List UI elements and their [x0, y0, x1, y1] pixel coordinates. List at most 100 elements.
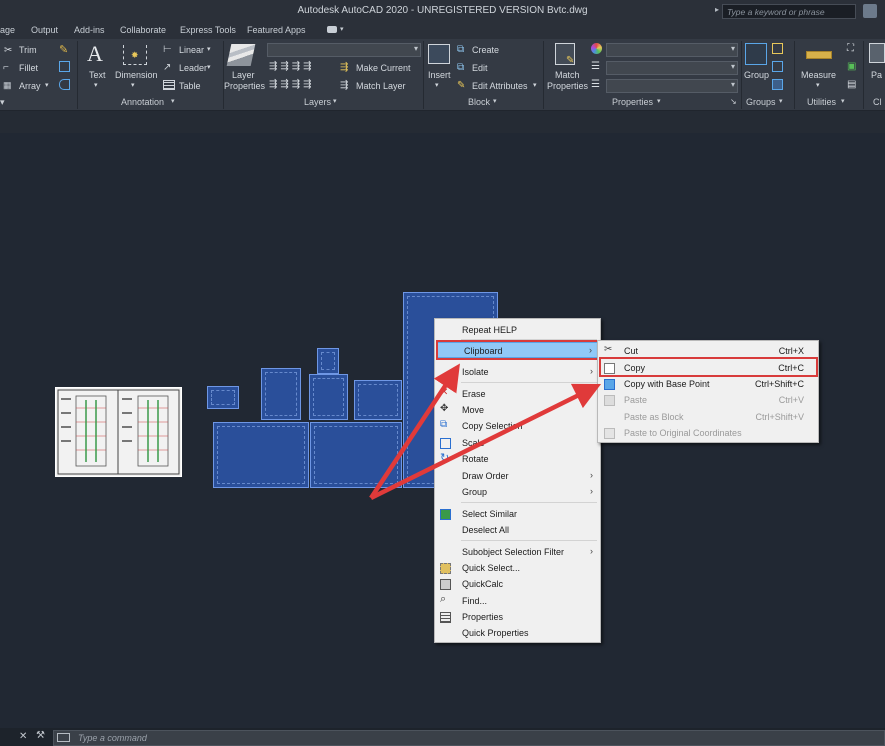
menu-item-erase[interactable]: ✕ Erase: [435, 386, 600, 402]
utilities-panel-label[interactable]: Utilities: [807, 97, 836, 107]
tab-featured-apps[interactable]: Featured Apps: [247, 25, 306, 35]
chevron-down-icon[interactable]: ▾: [0, 97, 5, 108]
leader-button[interactable]: Leader: [179, 63, 207, 73]
search-input[interactable]: Type a keyword or phrase: [722, 4, 856, 19]
insert-button[interactable]: Insert: [428, 70, 451, 80]
menu-item-paste-as-block[interactable]: Paste as Block Ctrl+Shift+V: [598, 409, 818, 425]
layer-tools-icon[interactable]: ⇶⇶⇶⇶: [269, 79, 315, 90]
clipboard-panel-label-partial[interactable]: Cl: [873, 97, 882, 107]
lineweight-combo[interactable]: [606, 61, 738, 75]
video-icon[interactable]: [327, 26, 337, 33]
annotation-panel-label[interactable]: Annotation: [121, 97, 164, 107]
array-button[interactable]: Array: [19, 81, 41, 91]
menu-item-copy-with-base-point[interactable]: Copy with Base Point Ctrl+Shift+C: [598, 376, 818, 392]
create-button[interactable]: Create: [472, 45, 499, 55]
chevron-down-icon[interactable]: ▾: [841, 97, 845, 105]
menu-item-quick-properties[interactable]: Quick Properties: [435, 625, 600, 641]
tab-collaborate[interactable]: Collaborate: [120, 25, 166, 35]
copy-icon[interactable]: [59, 61, 70, 72]
menu-item-paste[interactable]: Paste Ctrl+V: [598, 392, 818, 408]
fillet-button[interactable]: Fillet: [19, 63, 38, 73]
group-edit-icon[interactable]: [772, 61, 783, 72]
linear-button[interactable]: Linear: [179, 45, 204, 55]
group-button[interactable]: Group: [744, 70, 769, 80]
selected-block[interactable]: [207, 386, 239, 409]
menu-item-rotate[interactable]: ↻ Rotate: [435, 451, 600, 467]
layer-properties-label-1[interactable]: Layer: [232, 70, 255, 80]
chevron-down-icon[interactable]: ▾: [45, 81, 49, 89]
user-icon[interactable]: [863, 4, 877, 18]
menu-item-quick-select[interactable]: Quick Select...: [435, 560, 600, 576]
selected-block[interactable]: [310, 422, 402, 488]
block-panel-label[interactable]: Block: [468, 97, 490, 107]
chevron-down-icon[interactable]: ▾: [533, 81, 537, 89]
groups-panel-label[interactable]: Groups: [746, 97, 776, 107]
menu-item-select-similar[interactable]: Select Similar: [435, 506, 600, 522]
measure-button[interactable]: Measure: [801, 70, 836, 80]
tab-express-tools[interactable]: Express Tools: [180, 25, 236, 35]
chevron-down-icon[interactable]: ▾: [333, 97, 337, 105]
table-button[interactable]: Table: [179, 81, 201, 91]
layer-properties-label-2[interactable]: Properties: [224, 81, 265, 91]
selected-block[interactable]: [213, 422, 309, 488]
menu-item-move[interactable]: ✥ Move: [435, 402, 600, 418]
match-properties-label-1[interactable]: Match: [555, 70, 580, 80]
layers-panel-label[interactable]: Layers: [304, 97, 331, 107]
pencil-icon[interactable]: ✎: [59, 43, 71, 56]
drawing-sheet[interactable]: [55, 387, 182, 477]
menu-item-isolate[interactable]: Isolate ›: [435, 364, 600, 380]
text-button[interactable]: Text: [89, 70, 106, 80]
chevron-down-icon[interactable]: ▾: [131, 81, 135, 89]
match-properties-label-2[interactable]: Properties: [547, 81, 588, 91]
dimension-button[interactable]: Dimension: [115, 70, 158, 80]
match-layer-button[interactable]: Match Layer: [356, 81, 406, 91]
tab-manage[interactable]: age: [0, 25, 15, 35]
selected-block[interactable]: [261, 368, 301, 420]
linetype-combo[interactable]: [606, 79, 738, 93]
wrench-icon[interactable]: ⚒: [36, 730, 45, 741]
group-select-icon[interactable]: [772, 79, 783, 90]
expand-arrow-icon[interactable]: ▸: [715, 5, 719, 14]
selected-block[interactable]: [354, 380, 402, 420]
chevron-down-icon[interactable]: ▾: [94, 81, 98, 89]
menu-item-repeat-help[interactable]: Repeat HELP: [435, 322, 600, 338]
select-icon[interactable]: ⛶: [847, 43, 854, 54]
color-combo[interactable]: [606, 43, 738, 57]
tab-output[interactable]: Output: [31, 25, 58, 35]
calculator-icon[interactable]: ▤: [847, 79, 856, 90]
chevron-down-icon[interactable]: ▾: [493, 97, 497, 105]
properties-panel-label[interactable]: Properties: [612, 97, 653, 107]
paste-button-partial[interactable]: Pa: [871, 70, 882, 80]
close-icon[interactable]: ✕: [19, 731, 27, 742]
chevron-down-icon[interactable]: ▾: [435, 81, 439, 89]
selected-block[interactable]: [317, 348, 339, 374]
make-current-button[interactable]: Make Current: [356, 63, 411, 73]
menu-item-scale[interactable]: Scale: [435, 435, 600, 451]
quick-select-icon[interactable]: ▣: [847, 61, 856, 72]
chevron-down-icon[interactable]: ▾: [657, 97, 661, 105]
tab-add-ins[interactable]: Add-ins: [74, 25, 105, 35]
selected-block[interactable]: [309, 374, 348, 420]
offset-icon[interactable]: [59, 79, 70, 90]
command-input[interactable]: Type a command: [53, 730, 885, 746]
menu-item-paste-to-original-coordinates[interactable]: Paste to Original Coordinates: [598, 425, 818, 441]
menu-item-subobject-selection-filter[interactable]: Subobject Selection Filter ›: [435, 544, 600, 560]
menu-item-copy-selection[interactable]: ⧉ Copy Selection: [435, 418, 600, 434]
dialog-launcher-icon[interactable]: ↘: [730, 97, 737, 106]
ungroup-icon[interactable]: [772, 43, 783, 54]
menu-item-find[interactable]: ⌕ Find...: [435, 593, 600, 609]
layer-combo[interactable]: [267, 43, 421, 57]
trim-button[interactable]: Trim: [19, 45, 37, 55]
chevron-down-icon[interactable]: ▾: [816, 81, 820, 89]
menu-item-properties[interactable]: Properties: [435, 609, 600, 625]
menu-item-quickcalc[interactable]: QuickCalc: [435, 576, 600, 592]
chevron-down-icon[interactable]: ▾: [207, 45, 211, 53]
layer-tools-icon[interactable]: ⇶⇶⇶⇶: [269, 61, 315, 72]
edit-attributes-button[interactable]: Edit Attributes: [472, 81, 528, 91]
menu-item-draw-order[interactable]: Draw Order ›: [435, 468, 600, 484]
chevron-down-icon[interactable]: ▾: [171, 97, 175, 105]
menu-item-deselect-all[interactable]: Deselect All: [435, 522, 600, 538]
chevron-down-icon[interactable]: ▾: [207, 63, 211, 71]
chevron-down-icon[interactable]: ▾: [779, 97, 783, 105]
menu-item-group[interactable]: Group ›: [435, 484, 600, 500]
